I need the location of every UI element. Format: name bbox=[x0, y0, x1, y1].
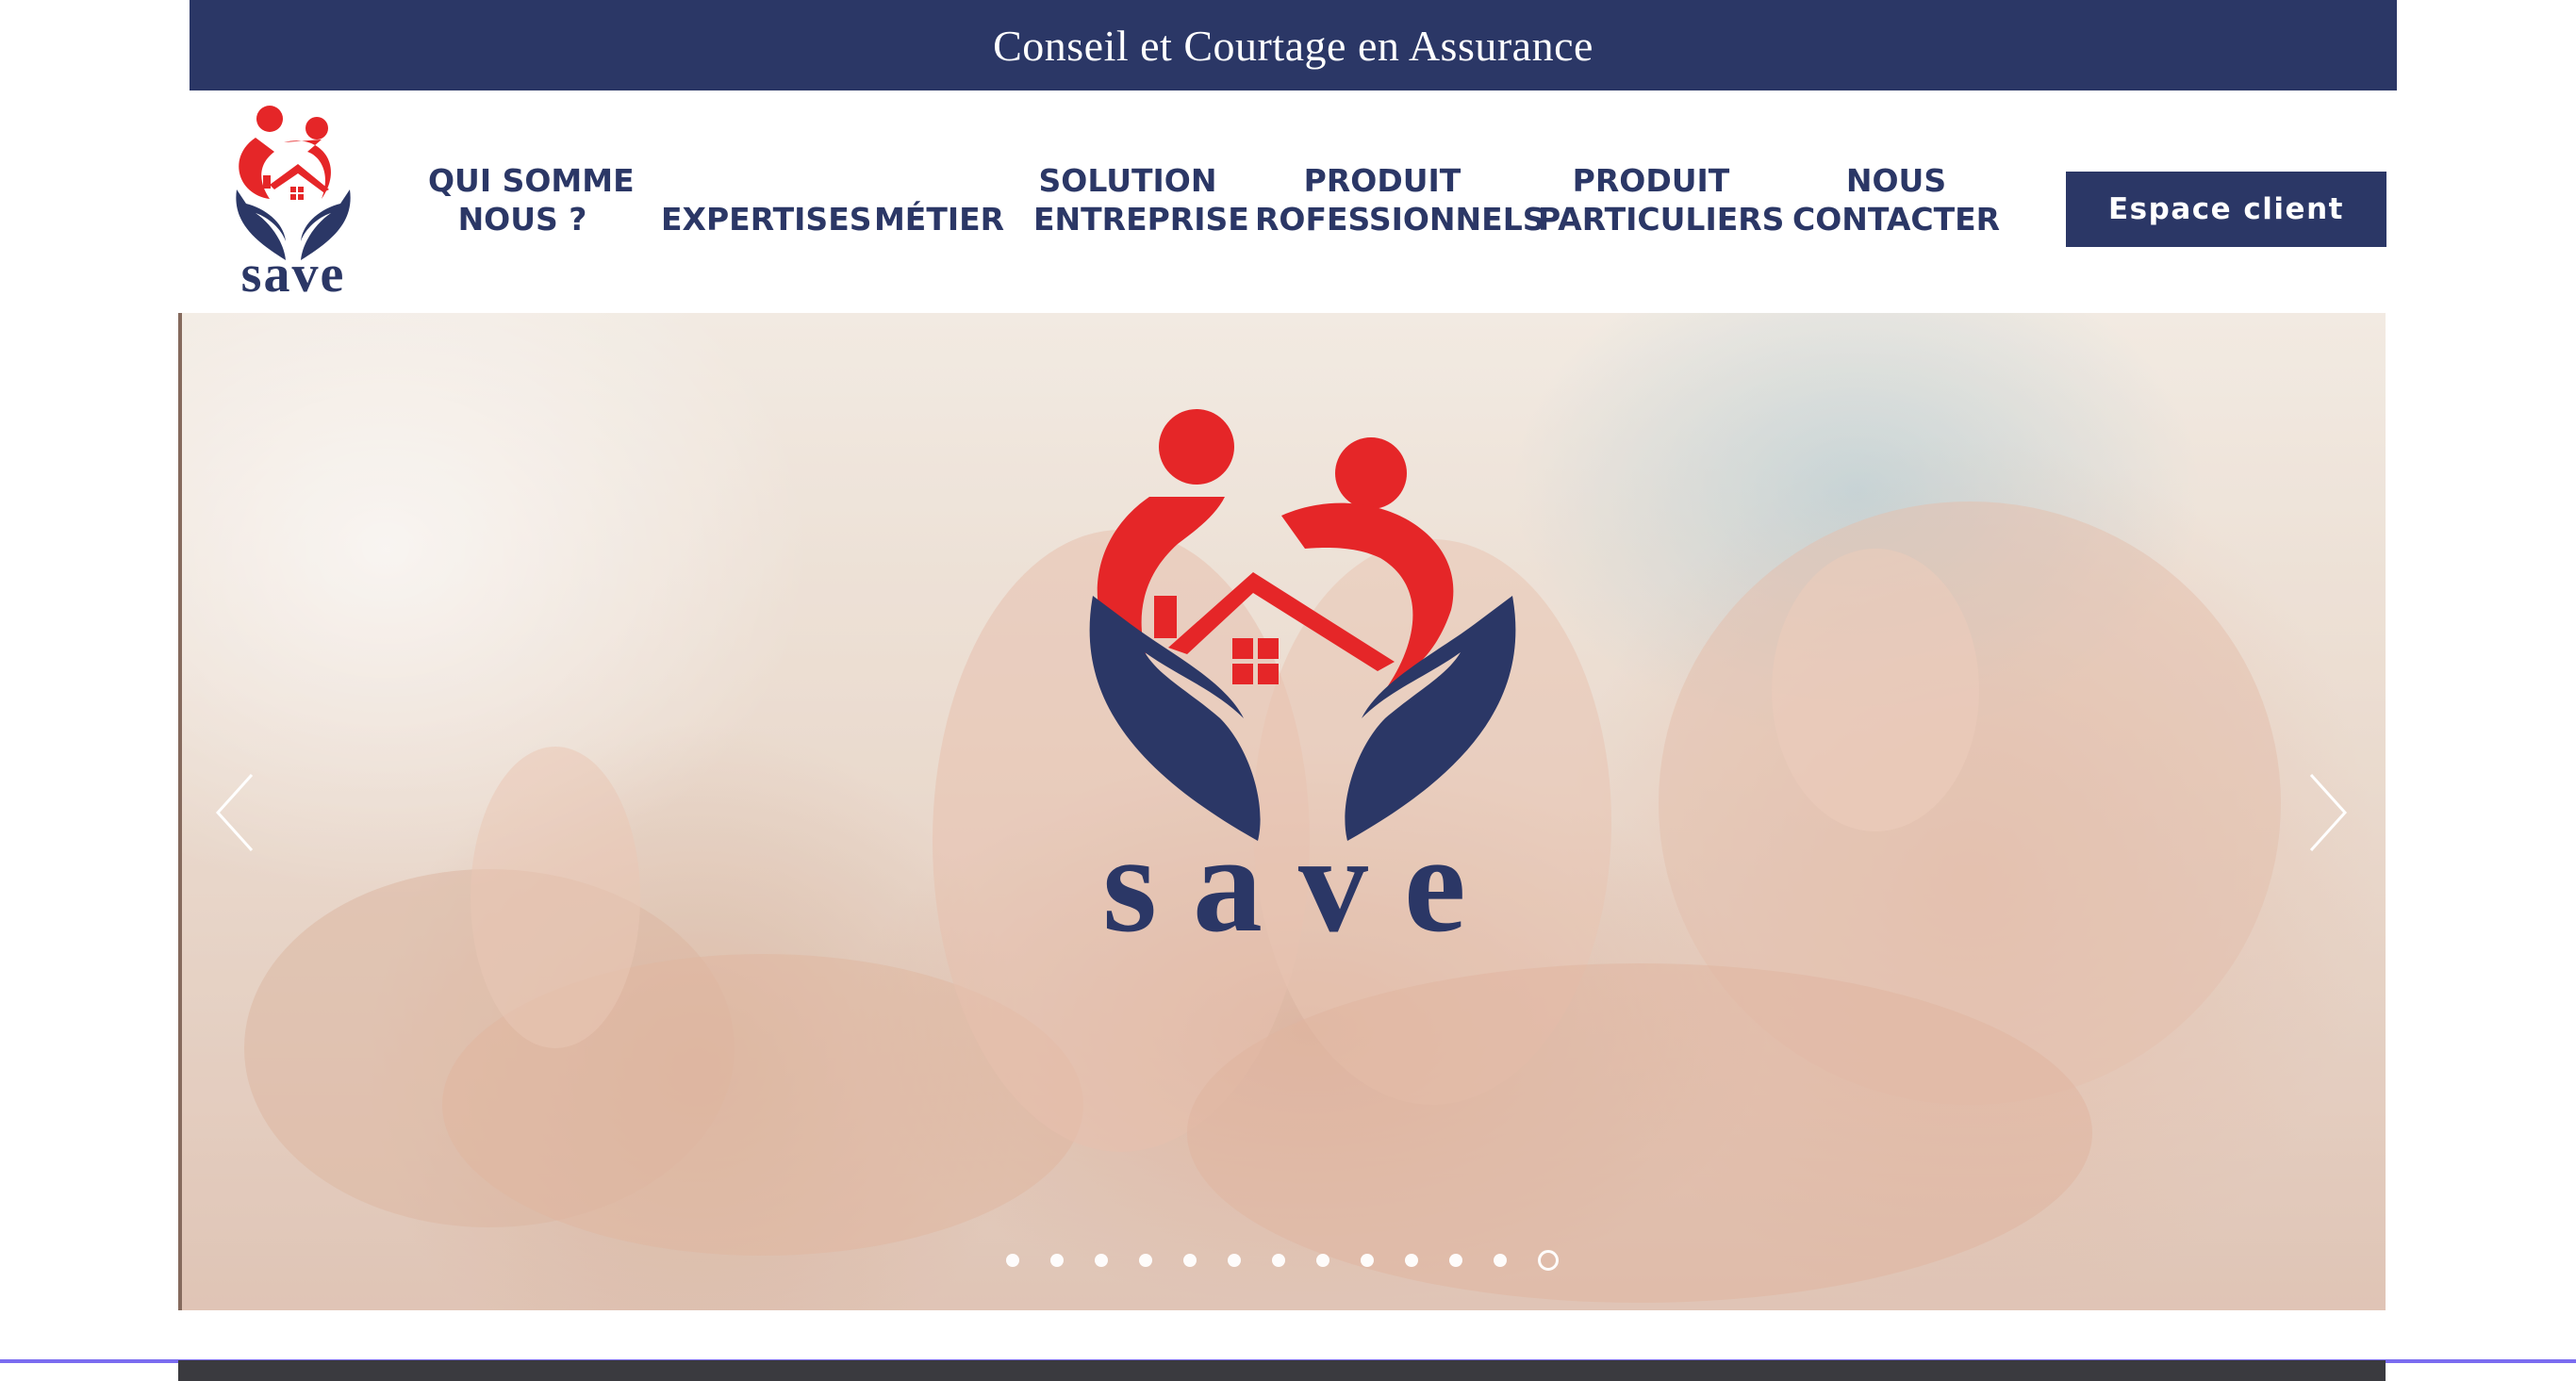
nav-produit-professionnels[interactable]: PRODUIT ROFESSIONNELS bbox=[1255, 161, 1545, 238]
nav-label-line2: MÉTIER bbox=[873, 201, 1005, 238]
hero-brand-logo: save bbox=[1055, 407, 1545, 962]
slider-dot-13-active[interactable] bbox=[1537, 1250, 1559, 1271]
page: Conseil et Courtage en Assurance save QU… bbox=[0, 0, 2576, 1381]
nav-label-line1: PRODUIT bbox=[1303, 162, 1461, 199]
chevron-left-icon bbox=[215, 773, 254, 852]
slider-dot-4[interactable] bbox=[1138, 1254, 1152, 1267]
nav-label-line1: QUI SOMME bbox=[428, 162, 635, 199]
save-logo-icon: save bbox=[236, 106, 351, 304]
svg-text:save: save bbox=[241, 245, 346, 298]
nav-nous-contacter[interactable]: NOUS CONTACTER bbox=[1792, 161, 2000, 238]
nav-label-line2: CONTACTER bbox=[1792, 201, 2001, 238]
nav-label-line2: PARTICULIERS bbox=[1538, 201, 1785, 238]
nav-label-line2: NOUS ? bbox=[457, 201, 587, 238]
nav-label-line2: ROFESSIONNELS bbox=[1255, 201, 1545, 238]
slider-dot-11[interactable] bbox=[1448, 1254, 1462, 1267]
slider-dot-1[interactable] bbox=[1005, 1254, 1019, 1267]
slider-prev-button[interactable] bbox=[206, 765, 263, 860]
slider-dot-6[interactable] bbox=[1227, 1254, 1241, 1267]
banner-tagline: Conseil et Courtage en Assurance bbox=[993, 21, 1593, 70]
nav-label-line1 bbox=[873, 161, 1005, 200]
hero-slider: save bbox=[178, 313, 2386, 1310]
save-logo-large-icon: save bbox=[1089, 409, 1516, 962]
slider-dot-12[interactable] bbox=[1493, 1254, 1507, 1267]
slider-dot-5[interactable] bbox=[1182, 1254, 1197, 1267]
nav-metier[interactable]: MÉTIER bbox=[873, 161, 1005, 238]
slider-pagination bbox=[178, 1246, 2386, 1274]
nav-produit-particuliers[interactable]: PRODUIT PARTICULIERS bbox=[1538, 161, 1785, 238]
slider-dot-9[interactable] bbox=[1360, 1254, 1374, 1267]
site-header: save QUI SOMME NOUS ? EXPERTISES MÉTIER … bbox=[190, 90, 2397, 313]
slider-dot-2[interactable] bbox=[1049, 1254, 1064, 1267]
nav-label-line1: PRODUIT bbox=[1572, 162, 1730, 199]
espace-client-button[interactable]: Espace client bbox=[2066, 172, 2386, 247]
nav-label-line1: NOUS bbox=[1845, 162, 1947, 199]
nav-expertises[interactable]: EXPERTISES bbox=[661, 161, 872, 238]
slider-dot-7[interactable] bbox=[1271, 1254, 1285, 1267]
next-section-strip bbox=[178, 1360, 2386, 1381]
top-banner: Conseil et Courtage en Assurance bbox=[190, 0, 2397, 90]
nav-label-line2: EXPERTISES bbox=[661, 201, 872, 238]
nav-label-line1: SOLUTION bbox=[1038, 162, 1217, 199]
chevron-right-icon bbox=[2309, 773, 2348, 852]
svg-text:save: save bbox=[1102, 807, 1501, 935]
site-logo[interactable]: save bbox=[218, 100, 369, 304]
nav-solution-entreprise[interactable]: SOLUTION ENTREPRISE bbox=[1033, 161, 1249, 238]
slider-dot-10[interactable] bbox=[1404, 1254, 1418, 1267]
slider-next-button[interactable] bbox=[2300, 765, 2356, 860]
nav-label-line1 bbox=[661, 161, 850, 200]
nav-qui-somme-nous[interactable]: QUI SOMME NOUS ? bbox=[428, 161, 635, 238]
slider-dot-3[interactable] bbox=[1094, 1254, 1108, 1267]
nav-label-line2: ENTREPRISE bbox=[1033, 201, 1249, 238]
slider-dot-8[interactable] bbox=[1315, 1254, 1329, 1267]
